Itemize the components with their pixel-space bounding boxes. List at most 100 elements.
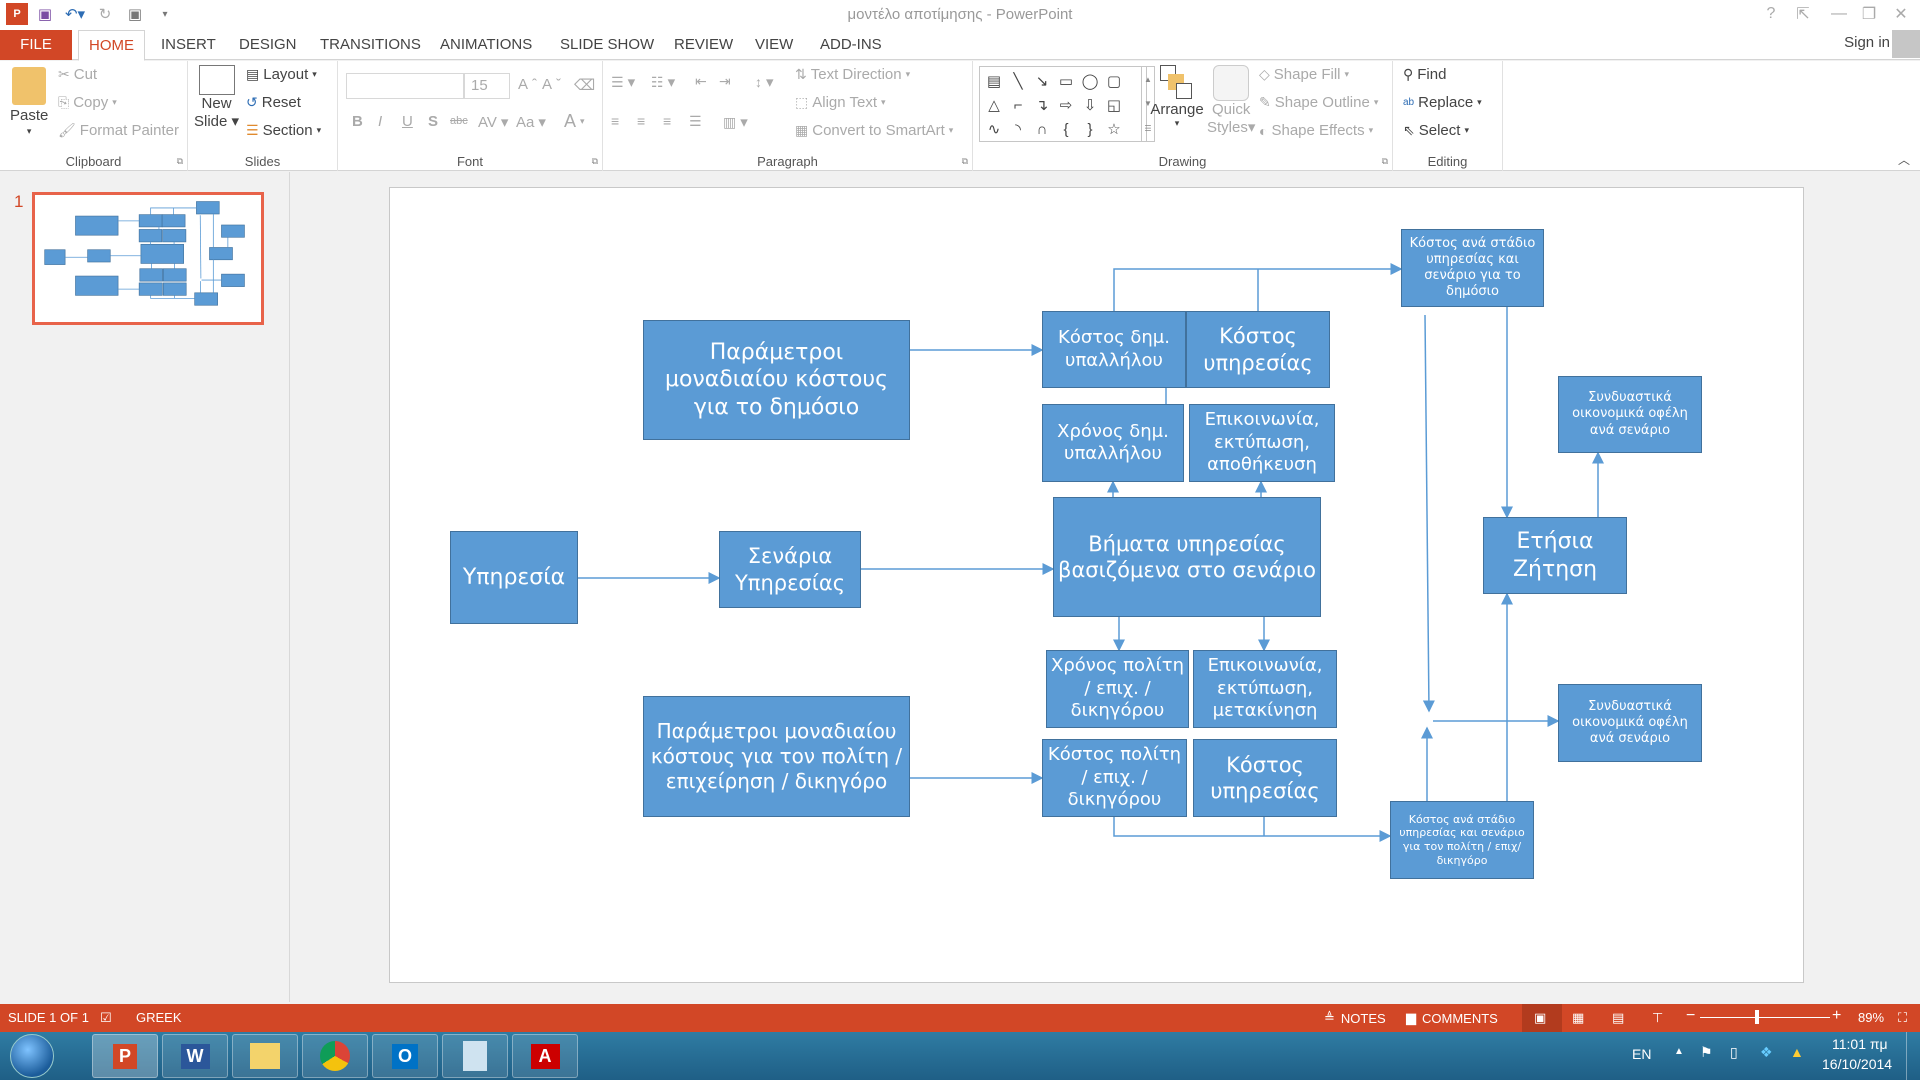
align-right-button[interactable]: ≡ (663, 113, 671, 129)
shape-gallery-item[interactable]: ▤ (982, 69, 1006, 93)
tab-file[interactable]: FILE (0, 30, 72, 60)
taskbar-explorer[interactable] (232, 1034, 298, 1078)
shape-gallery-item[interactable]: ☆ (1102, 117, 1126, 141)
shrink-font-button[interactable]: Aˇ (542, 76, 561, 93)
language-indicator[interactable]: GREEK (136, 1010, 182, 1025)
diagram-box-benefits-bottom[interactable]: Συνδυαστικά οικονομικά οφέλη ανά σενάριο (1558, 684, 1702, 762)
line-spacing-button[interactable]: ↕ ▾ (755, 73, 774, 91)
shape-gallery-item[interactable]: ↘ (1030, 69, 1054, 93)
minimize-button[interactable]: — (1822, 3, 1856, 25)
shape-gallery-item[interactable]: ⇩ (1078, 93, 1102, 117)
input-language[interactable]: EN (1632, 1046, 1651, 1062)
vertical-scrollbar[interactable] (1904, 172, 1920, 1002)
diagram-box-annual-demand[interactable]: Ετήσια Ζήτηση (1483, 517, 1627, 594)
copy-button[interactable]: ⎘ Copy ▾ (58, 94, 117, 111)
tab-view[interactable]: VIEW (745, 30, 803, 60)
diagram-box-cost-stage-public[interactable]: Κόστος ανά στάδιο υπηρεσίας και σενάριο … (1401, 229, 1544, 307)
format-painter-button[interactable]: 🖌 Format Painter (58, 122, 179, 139)
taskbar-word[interactable]: W (162, 1034, 228, 1078)
notes-button[interactable]: ≜ NOTES (1324, 1010, 1386, 1026)
show-desktop-button[interactable] (1906, 1032, 1920, 1080)
replace-button[interactable]: ab Replace ▾ (1403, 94, 1482, 111)
tab-animations[interactable]: ANIMATIONS (430, 30, 542, 60)
find-button[interactable]: ⚲ Find (1403, 66, 1446, 83)
tab-slide-show[interactable]: SLIDE SHOW (550, 30, 664, 60)
diagram-box-comm-travel[interactable]: Επικοινωνία, εκτύπωση, μετακίνηση (1193, 650, 1337, 728)
help-button[interactable]: ? (1754, 3, 1788, 25)
shape-gallery-item[interactable]: ⇨ (1054, 93, 1078, 117)
shape-gallery-item[interactable]: ↴ (1030, 93, 1054, 117)
italic-button[interactable]: I (378, 113, 382, 130)
diagram-box-comm-storage[interactable]: Επικοινωνία, εκτύπωση, αποθήκευση (1189, 404, 1335, 482)
select-button[interactable]: ⇖ Select ▾ (1403, 122, 1469, 139)
shape-gallery-item[interactable]: ∿ (982, 117, 1006, 141)
shapes-gallery[interactable]: ▤ ╲ ↘ ▭ ◯ ▢ △ ⌐ ↴ ⇨ ⇩ ◱ ∿ ◝ ∩{} ☆ (979, 66, 1147, 142)
shape-gallery-item[interactable]: ◱ (1102, 93, 1126, 117)
paste-button[interactable]: Paste ▾ (10, 67, 48, 137)
font-color-button[interactable]: A ▾ (564, 111, 585, 132)
clock-time[interactable]: 11:01 πμ (1832, 1036, 1888, 1052)
taskbar-powerpoint[interactable]: P (92, 1034, 158, 1078)
increase-indent-button[interactable]: ⇥ (719, 73, 731, 90)
clipboard-dialog-launcher-icon[interactable]: ⧉ (177, 156, 183, 167)
windows-start-button[interactable] (10, 1034, 54, 1078)
diagram-box-time-employee[interactable]: Χρόνος δημ. υπαλλήλου (1042, 404, 1184, 482)
shape-gallery-item[interactable]: ▭ (1054, 69, 1078, 93)
diagram-box-time-citizen[interactable]: Χρόνος πολίτη / επιχ. / δικηγόρου (1046, 650, 1189, 728)
change-case-button[interactable]: Aa ▾ (516, 113, 546, 132)
decrease-indent-button[interactable]: ⇤ (695, 73, 707, 90)
shape-gallery-item[interactable]: ⌐ (1006, 93, 1030, 117)
center-button[interactable]: ≡ (637, 113, 645, 129)
diagram-box-benefits-top[interactable]: Συνδυαστικά οικονομικά οφέλη ανά σενάριο (1558, 376, 1702, 453)
comments-button[interactable]: ▆ COMMENTS (1406, 1010, 1498, 1026)
cut-button[interactable]: ✂ Cut (58, 66, 97, 83)
power-icon[interactable]: ▯ (1730, 1044, 1738, 1061)
grow-font-button[interactable]: Aˆ (518, 76, 537, 93)
diagram-box-ypiresia[interactable]: Υπηρεσία (450, 531, 578, 624)
convert-smartart-button[interactable]: ▦ Convert to SmartArt ▾ (795, 122, 953, 139)
tab-design[interactable]: DESIGN (229, 30, 307, 60)
shape-gallery-item[interactable]: △ (982, 93, 1006, 117)
user-avatar-icon[interactable] (1892, 30, 1920, 58)
close-button[interactable]: ✕ (1884, 3, 1918, 25)
slide-canvas[interactable]: Υπηρεσία Σενάρια Υπηρεσίας Παράμετροι μονα… (389, 187, 1804, 983)
collapse-ribbon-icon[interactable]: ︿ (1898, 151, 1910, 168)
tab-insert[interactable]: INSERT (151, 30, 226, 60)
zoom-slider-thumb[interactable] (1755, 1010, 1760, 1024)
diagram-box-cost-stage-citizen[interactable]: Κόστος ανά στάδιο υπηρεσίας και σενάριο … (1390, 801, 1534, 879)
shape-gallery-item[interactable]: ∩ (1030, 117, 1054, 141)
tab-review[interactable]: REVIEW (664, 30, 743, 60)
columns-button[interactable]: ▥ ▾ (723, 113, 748, 132)
diagram-box-steps[interactable]: Βήματα υπηρεσίας βασιζόμενα στο σενάριο (1053, 497, 1321, 617)
diagram-box-params-public[interactable]: Παράμετροι μοναδιαίου κόστους για το δημ… (643, 320, 910, 440)
font-name-select[interactable] (346, 73, 464, 99)
underline-button[interactable]: U (402, 113, 413, 130)
quick-styles-button[interactable]: Quick Styles▾ (1207, 65, 1255, 136)
shape-gallery-item[interactable]: ▢ (1102, 69, 1126, 93)
strikethrough-button[interactable]: abc (450, 115, 468, 127)
shape-effects-button[interactable]: ◐ Shape Effects ▾ (1259, 122, 1373, 139)
font-dialog-launcher-icon[interactable]: ⧉ (592, 156, 598, 167)
action-center-flag-icon[interactable]: ⚑ (1700, 1044, 1713, 1061)
align-left-button[interactable]: ≡ (611, 113, 619, 129)
spell-check-icon[interactable]: ☑ (100, 1010, 112, 1026)
taskbar-chrome[interactable] (302, 1034, 368, 1078)
numbering-button[interactable]: ☷ ▾ (651, 73, 675, 92)
layout-button[interactable]: ▤ Layout ▾ (246, 66, 317, 83)
shape-outline-button[interactable]: ✎ Shape Outline ▾ (1259, 94, 1378, 111)
character-spacing-button[interactable]: AV ▾ (478, 113, 508, 132)
connector-arrow[interactable] (1422, 314, 1435, 713)
bullets-button[interactable]: ☰ ▾ (611, 73, 635, 92)
shape-fill-button[interactable]: ◇ Shape Fill ▾ (1259, 66, 1349, 83)
show-hidden-icons[interactable]: ▲ (1674, 1046, 1684, 1057)
slide-thumbnail-1[interactable] (32, 192, 264, 325)
clear-formatting-icon[interactable]: ⌫ (574, 76, 595, 94)
restore-button[interactable]: ❐ (1852, 3, 1886, 25)
shape-gallery-item[interactable]: ◝ (1006, 117, 1030, 141)
paragraph-dialog-launcher-icon[interactable]: ⧉ (962, 156, 968, 167)
arrange-button[interactable]: Arrange ▾ (1147, 65, 1207, 129)
dropbox-icon[interactable]: ❖ (1760, 1044, 1773, 1061)
section-button[interactable]: ☰ Section ▾ (246, 122, 321, 139)
fit-to-window-icon[interactable]: ⛶ (1898, 1010, 1907, 1026)
taskbar-outlook[interactable]: O (372, 1034, 438, 1078)
